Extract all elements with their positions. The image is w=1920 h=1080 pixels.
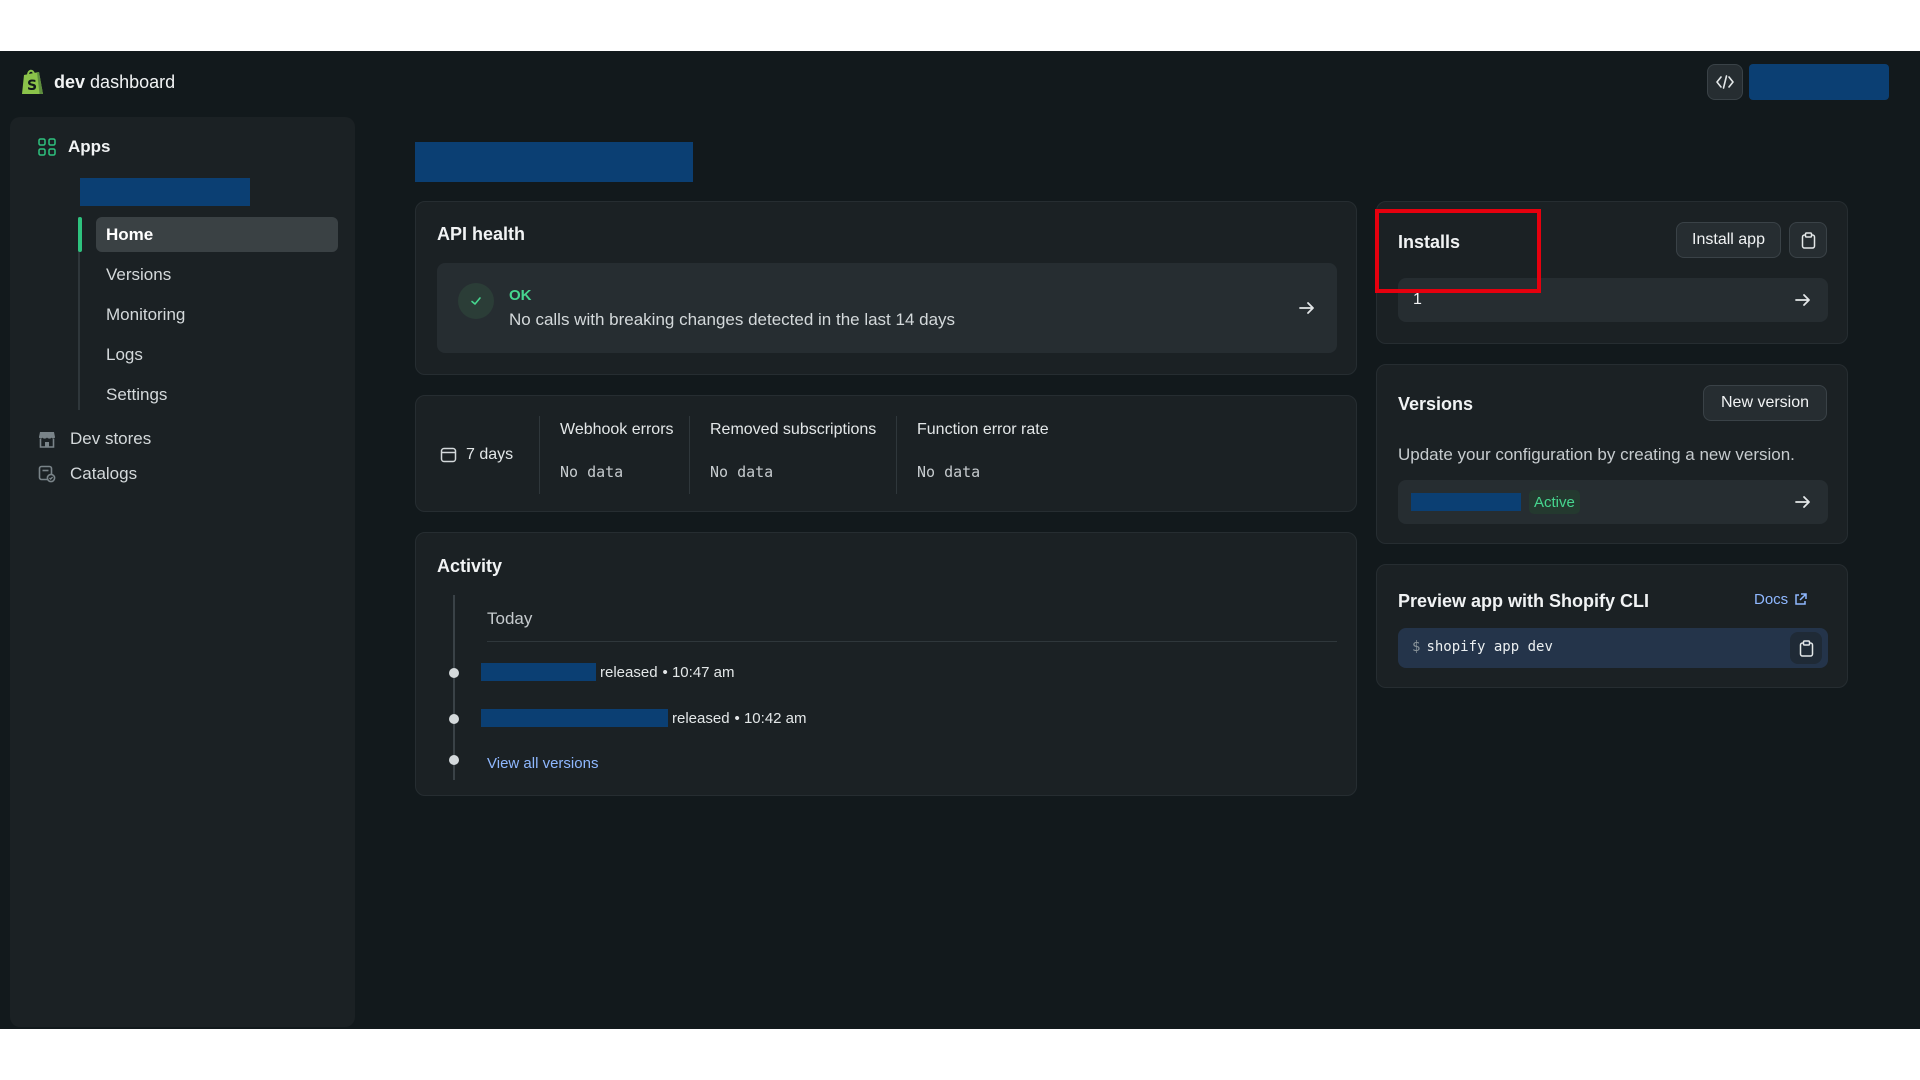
- versions-card: Versions New version Update your configu…: [1376, 364, 1848, 544]
- versions-description: Update your configuration by creating a …: [1398, 445, 1795, 464]
- svg-text:S: S: [27, 78, 37, 94]
- subnav-active-indicator: [78, 217, 82, 252]
- clipboard-icon: [1799, 639, 1813, 657]
- sidebar-item-dev-stores-label: Dev stores: [70, 429, 152, 448]
- date-range-label: 7 days: [466, 445, 514, 463]
- timeline-dot: [449, 755, 459, 765]
- view-all-versions-link[interactable]: View all versions: [487, 755, 598, 772]
- page-title-redacted: [415, 142, 693, 182]
- cli-command-box: $ shopify app dev: [1398, 628, 1828, 668]
- cli-prompt: $: [1412, 639, 1421, 655]
- metrics-card: 7 days Webhook errors No data Removed su…: [415, 395, 1357, 512]
- code-icon: [1716, 75, 1734, 89]
- activity-card: Activity Today released • 10:47 am relea…: [415, 532, 1357, 796]
- sidebar: Apps Home Versions Monitoring Logs Setti…: [10, 117, 355, 1027]
- check-circle-icon: [458, 283, 494, 319]
- app-name-redacted[interactable]: [80, 178, 250, 206]
- sidebar-item-home[interactable]: Home: [96, 217, 338, 252]
- cli-command-text: shopify app dev: [1426, 639, 1553, 655]
- api-health-status-row[interactable]: OK No calls with breaking changes detect…: [437, 263, 1337, 353]
- api-health-card: API health OK No calls with breaking cha…: [415, 201, 1357, 375]
- timeline-line: [453, 595, 455, 780]
- metrics-divider: [896, 416, 897, 494]
- versions-title: Versions: [1398, 394, 1474, 414]
- clipboard-icon: [1801, 231, 1815, 249]
- activity-action: released: [600, 663, 658, 681]
- metric-removed-subscriptions-label: Removed subscriptions: [710, 421, 877, 438]
- shopify-logo-icon: S: [22, 69, 43, 94]
- brand-bold: dev: [54, 72, 86, 92]
- metric-webhook-errors-label: Webhook errors: [560, 421, 674, 438]
- version-name-redacted: [1411, 493, 1521, 511]
- calendar-icon: [440, 447, 457, 463]
- arrow-right-icon: [1795, 294, 1810, 306]
- brand-rest: dashboard: [90, 72, 176, 92]
- metric-removed-subscriptions-value: No data: [710, 463, 774, 481]
- brand-title[interactable]: dev dashboard: [54, 72, 175, 93]
- sidebar-item-settings[interactable]: Settings: [96, 377, 338, 412]
- sidebar-item-apps[interactable]: Apps: [38, 137, 111, 157]
- activity-action: released: [672, 709, 730, 727]
- activity-time: • 10:42 am: [734, 709, 807, 727]
- api-health-description: No calls with breaking changes detected …: [509, 310, 956, 329]
- external-link-icon: [1795, 593, 1807, 605]
- sidebar-item-versions[interactable]: Versions: [96, 257, 338, 292]
- activity-divider: [487, 641, 1337, 642]
- metrics-divider: [689, 416, 690, 494]
- docs-link-label: Docs: [1754, 591, 1789, 608]
- activity-day-label: Today: [487, 609, 533, 628]
- store-icon: [39, 431, 55, 448]
- metrics-divider: [539, 416, 540, 494]
- version-name-redacted[interactable]: [481, 709, 668, 727]
- copy-command-button[interactable]: [1790, 632, 1822, 664]
- sidebar-item-catalogs-label: Catalogs: [70, 464, 138, 483]
- sidebar-item-catalogs[interactable]: Catalogs: [38, 464, 137, 484]
- code-button[interactable]: [1707, 64, 1743, 100]
- docs-link[interactable]: Docs: [1754, 591, 1807, 608]
- metric-function-error-rate-label: Function error rate: [917, 421, 1049, 438]
- sidebar-item-monitoring[interactable]: Monitoring: [96, 297, 338, 332]
- account-menu-redacted[interactable]: [1749, 64, 1889, 100]
- date-range-selector[interactable]: 7 days: [440, 396, 540, 513]
- sidebar-item-apps-label: Apps: [68, 137, 111, 156]
- timeline-dot: [449, 714, 459, 724]
- installs-count: 1: [1413, 291, 1422, 308]
- activity-title: Activity: [437, 556, 503, 576]
- sidebar-item-dev-stores[interactable]: Dev stores: [38, 429, 151, 449]
- preview-cli-title: Preview app with Shopify CLI: [1398, 591, 1650, 611]
- activity-entry: released • 10:47 am: [481, 663, 735, 681]
- activity-time: • 10:47 am: [662, 663, 735, 681]
- version-name-redacted[interactable]: [481, 663, 596, 681]
- app-window: S dev dashboard Apps Home Versions Monit…: [0, 51, 1920, 1029]
- api-health-title: API health: [437, 224, 526, 244]
- annotation-highlight-box: [1375, 209, 1541, 293]
- catalog-icon: [38, 465, 56, 483]
- status-badge: Active: [1529, 490, 1580, 514]
- top-bar: S dev dashboard: [0, 51, 1920, 115]
- activity-entry: released • 10:42 am: [481, 709, 807, 727]
- arrow-right-icon: [1299, 302, 1314, 314]
- install-app-button[interactable]: Install app: [1676, 222, 1781, 258]
- metric-function-error-rate-value: No data: [917, 463, 981, 481]
- arrow-right-icon: [1795, 496, 1810, 508]
- cli-command[interactable]: $ shopify app dev: [1412, 639, 1553, 655]
- active-version-row[interactable]: Active: [1398, 480, 1828, 524]
- metric-webhook-errors-value: No data: [560, 463, 624, 481]
- copy-install-link-button[interactable]: [1789, 222, 1827, 258]
- new-version-button[interactable]: New version: [1703, 385, 1827, 421]
- api-health-status: OK: [509, 287, 532, 304]
- preview-cli-card: Preview app with Shopify CLI Docs $ shopi…: [1376, 564, 1848, 688]
- sidebar-item-logs[interactable]: Logs: [96, 337, 338, 372]
- timeline-dot: [449, 668, 459, 678]
- apps-grid-icon: [38, 138, 56, 156]
